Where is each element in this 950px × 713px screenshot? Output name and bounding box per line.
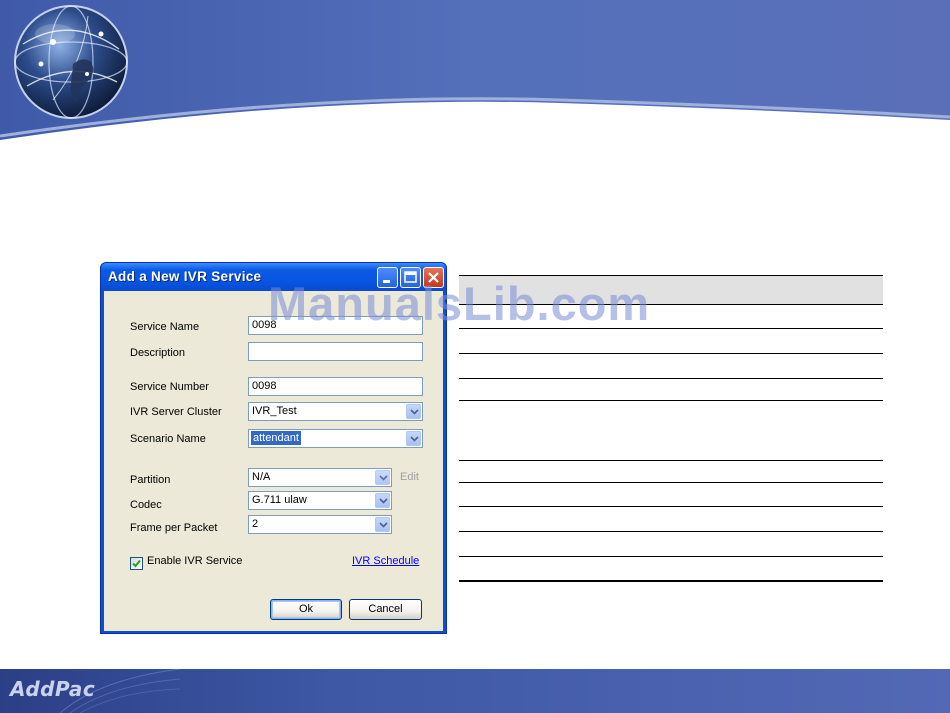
table-row-divider	[459, 400, 883, 401]
ivr-server-cluster-select[interactable]: IVR_Test	[248, 402, 423, 421]
chevron-down-icon	[379, 498, 388, 504]
ok-button[interactable]: Ok	[270, 599, 342, 620]
checkmark-icon	[132, 559, 141, 568]
slide-footer-band: AddPac	[0, 669, 950, 713]
ivr-server-cluster-label: IVR Server Cluster	[130, 406, 222, 418]
table-row-divider	[459, 531, 883, 532]
scenario-name-label: Scenario Name	[130, 433, 206, 445]
frame-per-packet-value: 2	[252, 518, 259, 530]
minimize-button[interactable]	[377, 267, 398, 288]
table-row-divider	[459, 304, 883, 305]
chevron-down-icon	[379, 475, 388, 481]
chevron-down-icon	[379, 522, 388, 528]
maximize-button[interactable]	[400, 267, 421, 288]
scenario-name-select[interactable]: attendant	[248, 429, 423, 448]
partition-label: Partition	[130, 474, 171, 486]
codec-value: G.711 ulaw	[252, 494, 307, 506]
partition-dropdown-button[interactable]	[375, 470, 390, 485]
chevron-down-icon	[410, 436, 419, 442]
chevron-down-icon	[410, 409, 419, 415]
slide-header-band	[0, 0, 950, 150]
globe-logo	[14, 5, 128, 119]
partition-edit-link[interactable]: Edit	[400, 471, 419, 483]
codec-label: Codec	[130, 499, 162, 511]
description-label: Description	[130, 347, 186, 359]
service-number-label: Service Number	[130, 381, 209, 393]
minimize-icon	[383, 280, 390, 283]
table-row-divider	[459, 378, 883, 379]
cancel-button[interactable]: Cancel	[349, 599, 422, 620]
partition-select[interactable]: N/A	[248, 468, 392, 487]
enable-ivr-service-label[interactable]: Enable IVR Service	[147, 555, 242, 567]
service-name-label: Service Name	[130, 321, 200, 333]
table-row-divider	[459, 460, 883, 461]
ivr-server-cluster-dropdown-button[interactable]	[406, 404, 421, 419]
table-row-divider	[459, 556, 883, 557]
codec-select[interactable]: G.711 ulaw	[248, 491, 392, 510]
partition-value: N/A	[252, 471, 271, 483]
dialog-title: Add a New IVR Service	[108, 269, 262, 284]
add-ivr-service-dialog: Add a New IVR Service Service Name 0098 …	[100, 262, 447, 634]
enable-ivr-service-checkbox[interactable]	[130, 557, 143, 570]
close-icon	[428, 272, 439, 283]
ivr-schedule-link[interactable]: IVR Schedule	[352, 555, 419, 567]
description-input[interactable]	[248, 342, 423, 361]
service-number-input[interactable]: 0098	[248, 377, 423, 396]
table-row-divider	[459, 353, 883, 354]
scenario-name-value: attendant	[251, 431, 301, 445]
service-name-input[interactable]: 0098	[248, 316, 423, 335]
close-button[interactable]	[423, 267, 444, 288]
dialog-titlebar[interactable]: Add a New IVR Service	[101, 263, 446, 291]
table-header-row	[459, 276, 883, 304]
maximize-icon	[404, 271, 417, 283]
table-row-divider	[459, 506, 883, 507]
addpac-logo: AddPac	[10, 677, 96, 701]
table-row-divider	[459, 482, 883, 483]
codec-dropdown-button[interactable]	[375, 493, 390, 508]
ivr-server-cluster-value: IVR_Test	[252, 405, 297, 417]
table-bottom-rule	[459, 580, 883, 582]
table-row-divider	[459, 328, 883, 329]
frame-per-packet-dropdown-button[interactable]	[375, 517, 390, 532]
dialog-body: Service Name 0098 Description Service Nu…	[104, 291, 443, 631]
frame-per-packet-label: Frame per Packet	[130, 522, 218, 534]
scenario-name-dropdown-button[interactable]	[406, 431, 421, 446]
frame-per-packet-select[interactable]: 2	[248, 515, 392, 534]
